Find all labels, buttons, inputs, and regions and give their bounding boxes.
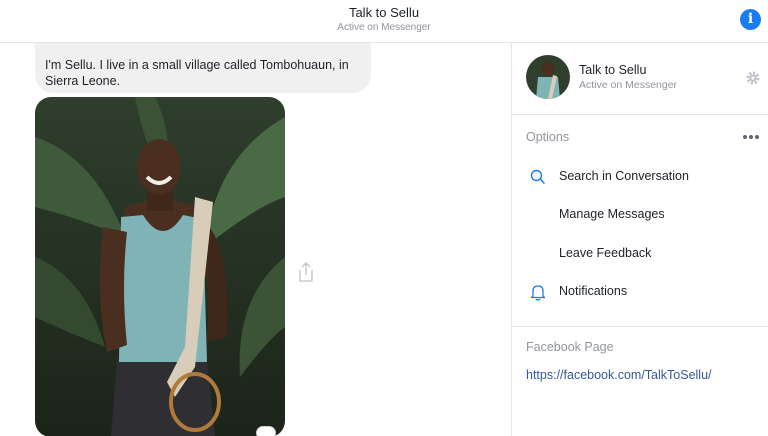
- options-heading: Options: [526, 130, 570, 144]
- option-label: Notifications: [559, 284, 628, 298]
- avatar: [526, 55, 570, 99]
- gear-icon[interactable]: [745, 70, 761, 86]
- divider: [512, 326, 768, 327]
- option-label: Leave Feedback: [559, 246, 652, 260]
- more-options-icon[interactable]: [743, 135, 761, 141]
- option-notifications[interactable]: Notifications: [512, 277, 768, 307]
- message-photo[interactable]: [35, 97, 285, 436]
- reaction-icon[interactable]: [256, 426, 276, 436]
- option-leave-feedback[interactable]: Leave Feedback: [512, 239, 768, 269]
- active-status: Active on Messenger: [337, 22, 431, 33]
- conversation-details-panel: Talk to Sellu Active on Messenger Option…: [511, 43, 768, 436]
- facebook-page-link[interactable]: https://facebook.com/TalkToSellu/: [526, 368, 712, 382]
- conversation-title: Talk to Sellu: [348, 5, 420, 20]
- contact-status: Active on Messenger: [579, 79, 678, 91]
- contact-name: Talk to Sellu: [579, 63, 647, 77]
- option-label: Search in Conversation: [559, 169, 689, 183]
- conversation-header: Talk to Sellu Active on Messenger i: [0, 0, 768, 43]
- share-icon[interactable]: [296, 261, 316, 283]
- option-manage-messages[interactable]: Manage Messages: [512, 200, 768, 230]
- avatar-image: [526, 55, 570, 99]
- option-search-in-conversation[interactable]: Search in Conversation: [512, 162, 768, 192]
- facebook-page-heading: Facebook Page: [526, 340, 614, 354]
- option-label: Manage Messages: [559, 207, 665, 221]
- photo-of-sellu: [35, 97, 285, 436]
- divider: [512, 114, 768, 115]
- info-icon[interactable]: i: [740, 9, 761, 30]
- bell-icon: [530, 285, 546, 301]
- search-icon: [530, 169, 546, 185]
- message-thread[interactable]: I'm Sellu. I live in a small village cal…: [0, 43, 511, 436]
- message-bubble: I'm Sellu. I live in a small village cal…: [35, 43, 371, 93]
